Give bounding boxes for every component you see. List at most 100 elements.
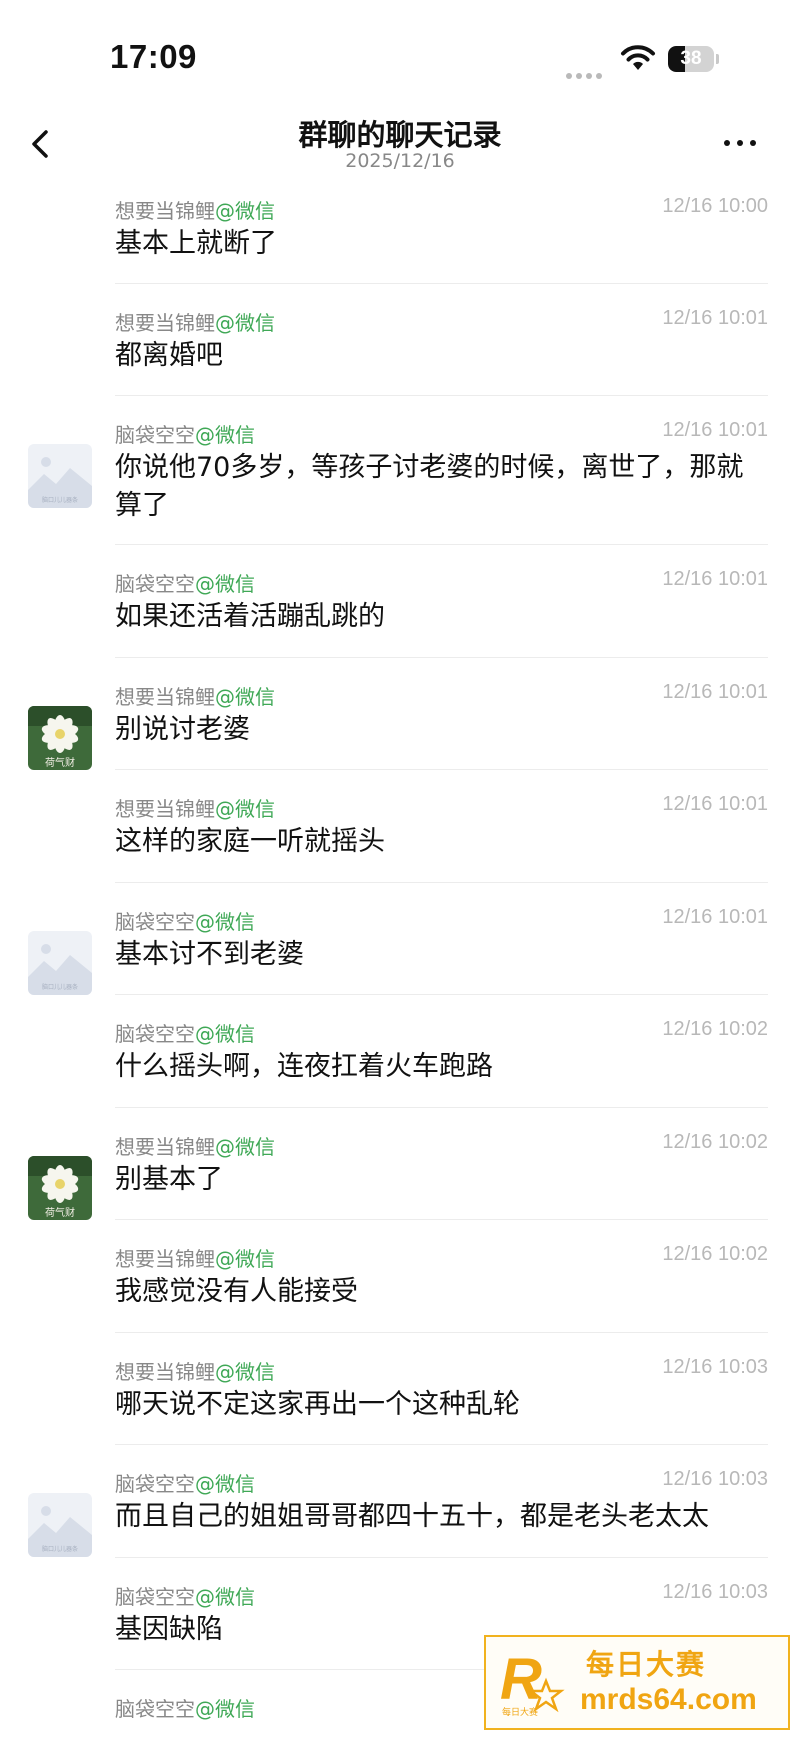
message-divider	[115, 1444, 768, 1445]
sender-source: @微信	[215, 685, 275, 709]
avatar-placeholder[interactable]: 脑口儿儿器条	[28, 444, 92, 508]
message-sender: 脑袋空空@微信	[115, 419, 255, 448]
svg-text:每日大赛: 每日大赛	[502, 1706, 538, 1718]
message-text: 如果还活着活蹦乱跳的	[115, 601, 385, 632]
message-time: 12/16 10:00	[662, 195, 768, 217]
message-text: 都离婚吧	[115, 340, 223, 371]
message-sender: 想要当锦鲤@微信	[115, 195, 275, 224]
message-divider	[115, 882, 768, 883]
sender-name: 想要当锦鲤	[115, 1247, 215, 1271]
message-divider	[115, 1219, 768, 1220]
message-sender: 脑袋空空@微信	[115, 1018, 255, 1047]
sender-source: @微信	[195, 1697, 255, 1721]
message-time: 12/16 10:03	[662, 1581, 768, 1603]
sender-name: 脑袋空空	[115, 1585, 195, 1609]
message-time: 12/16 10:03	[662, 1356, 768, 1378]
message-sender: 想要当锦鲤@微信	[115, 1243, 275, 1272]
sender-source: @微信	[195, 1472, 255, 1496]
message-divider	[115, 994, 768, 995]
message-divider	[115, 657, 768, 658]
battery-icon: 38	[668, 46, 720, 72]
sender-source: @微信	[195, 1022, 255, 1046]
message-sender: 脑袋空空@微信	[115, 1468, 255, 1497]
sender-source: @微信	[215, 1247, 275, 1271]
message-text: 什么摇头啊，连夜扛着火车跑路	[115, 1051, 493, 1082]
message-sender: 想要当锦鲤@微信	[115, 307, 275, 336]
sender-source: @微信	[195, 1585, 255, 1609]
message-sender: 脑袋空空@微信	[115, 568, 255, 597]
message-time: 12/16 10:01	[662, 906, 768, 928]
message-text: 这样的家庭一听就摇头	[115, 826, 385, 857]
message-text: 我感觉没有人能接受	[115, 1276, 358, 1307]
sender-name: 脑袋空空	[115, 423, 195, 447]
sender-name: 想要当锦鲤	[115, 797, 215, 821]
sender-name: 想要当锦鲤	[115, 1360, 215, 1384]
message-divider	[115, 1107, 768, 1108]
sender-source: @微信	[195, 910, 255, 934]
watermark-url: mrds64.com	[580, 1683, 757, 1716]
message-text: 你说他70多岁，等孩子讨老婆的时候，离世了，那就算了	[115, 452, 744, 521]
message-time: 12/16 10:02	[662, 1243, 768, 1265]
message-divider	[115, 1332, 768, 1333]
sender-source: @微信	[215, 199, 275, 223]
page-subtitle-date: 2025/12/16	[345, 150, 455, 172]
svg-text:R: R	[500, 1647, 542, 1712]
watermark-banner[interactable]: R 每日大赛 每日大赛 mrds64.com	[484, 1635, 790, 1730]
svg-text:脑口儿儿器条: 脑口儿儿器条	[42, 1545, 78, 1553]
message-time: 12/16 10:01	[662, 793, 768, 815]
sender-name: 想要当锦鲤	[115, 685, 215, 709]
message-time: 12/16 10:03	[662, 1468, 768, 1490]
message-sender: 脑袋空空@微信	[115, 906, 255, 935]
status-time: 17:09	[110, 38, 197, 75]
back-button[interactable]	[22, 124, 62, 164]
message-text: 哪天说不定这家再出一个这种乱轮	[115, 1389, 520, 1420]
more-options-button[interactable]	[718, 132, 762, 156]
message-text: 别基本了	[115, 1164, 223, 1195]
message-divider	[115, 1557, 768, 1558]
wifi-icon	[620, 44, 656, 76]
sender-name: 脑袋空空	[115, 572, 195, 596]
message-time: 12/16 10:01	[662, 307, 768, 329]
message-divider	[115, 283, 768, 284]
message-text: 而且自己的姐姐哥哥都四十五十，都是老头老太太	[115, 1501, 709, 1532]
message-time: 12/16 10:02	[662, 1018, 768, 1040]
sender-source: @微信	[195, 423, 255, 447]
sender-name: 脑袋空空	[115, 1022, 195, 1046]
nav-bar: 群聊的聊天记录 2025/12/16	[0, 110, 800, 180]
message-divider	[115, 544, 768, 545]
message-sender: 想要当锦鲤@微信	[115, 1131, 275, 1160]
message-time: 12/16 10:01	[662, 681, 768, 703]
message-text: 别说讨老婆	[115, 714, 250, 745]
sender-name: 想要当锦鲤	[115, 1135, 215, 1159]
svg-text:荷气财: 荷气财	[45, 1206, 75, 1219]
sender-source: @微信	[215, 797, 275, 821]
avatar-placeholder[interactable]: 脑口儿儿器条	[28, 931, 92, 995]
message-text: 基本讨不到老婆	[115, 939, 304, 970]
message-sender: 想要当锦鲤@微信	[115, 1356, 275, 1385]
watermark-title: 每日大赛	[586, 1648, 707, 1681]
page-title: 群聊的聊天记录	[298, 118, 502, 152]
sender-source: @微信	[215, 311, 275, 335]
message-divider	[115, 395, 768, 396]
cellular-signal-icon	[566, 64, 610, 79]
svg-text:脑口儿儿器条: 脑口儿儿器条	[42, 983, 78, 991]
svg-text:荷气财: 荷气财	[45, 756, 75, 769]
avatar-lotus[interactable]: 荷气财	[28, 1156, 92, 1220]
sender-name: 脑袋空空	[115, 1697, 195, 1721]
sender-name: 想要当锦鲤	[115, 311, 215, 335]
avatar-placeholder[interactable]: 脑口儿儿器条	[28, 1493, 92, 1557]
message-sender: 脑袋空空@微信	[115, 1693, 255, 1722]
message-sender: 想要当锦鲤@微信	[115, 681, 275, 710]
message-time: 12/16 10:01	[662, 419, 768, 441]
message-time: 12/16 10:01	[662, 568, 768, 590]
sender-source: @微信	[195, 572, 255, 596]
watermark-logo: R 每日大赛	[496, 1645, 574, 1723]
message-sender: 脑袋空空@微信	[115, 1581, 255, 1610]
chevron-left-icon	[32, 130, 48, 158]
avatar-lotus[interactable]: 荷气财	[28, 706, 92, 770]
message-sender: 想要当锦鲤@微信	[115, 793, 275, 822]
sender-name: 想要当锦鲤	[115, 199, 215, 223]
sender-name: 脑袋空空	[115, 1472, 195, 1496]
message-divider	[115, 769, 768, 770]
message-text: 基本上就断了	[115, 228, 277, 259]
